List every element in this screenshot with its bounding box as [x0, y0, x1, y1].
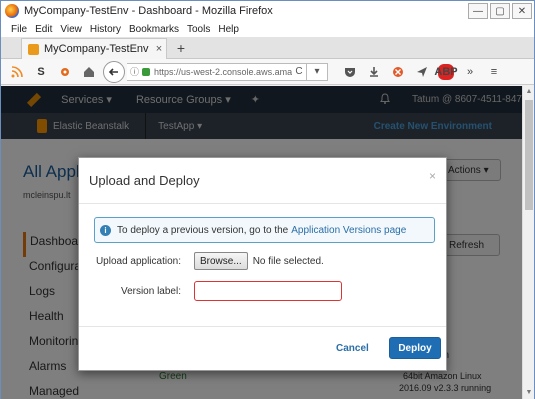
url-text[interactable]: https://us-west-2.console.aws.ama: [154, 67, 292, 77]
info-alert: i To deploy a previous version, go to th…: [94, 217, 435, 243]
menu-file[interactable]: File: [11, 24, 27, 35]
s-extension-icon[interactable]: S: [33, 64, 49, 80]
adblock-icon[interactable]: ABP: [434, 63, 458, 80]
menu-tools[interactable]: Tools: [187, 24, 210, 35]
tab-mycompany-testenv[interactable]: MyCompany-TestEnv - ... ×: [21, 38, 167, 59]
nav-toolbar: S ⓘ https://us-west-2.console.aws.ama C …: [1, 59, 534, 85]
maximize-button[interactable]: ▢: [490, 3, 510, 19]
window-controls: — ▢ ✕: [468, 1, 534, 21]
tab-label: MyCompany-TestEnv - ...: [44, 43, 152, 55]
new-tab-button[interactable]: +: [173, 40, 189, 56]
firefox-window: MyCompany-TestEnv - Dashboard - Mozilla …: [0, 0, 535, 399]
version-row: Version label:: [79, 280, 448, 302]
info-circle-icon: i: [100, 224, 111, 236]
firefox-icon: [5, 4, 19, 18]
version-label: Version label:: [120, 285, 181, 297]
menu-view[interactable]: View: [60, 24, 82, 35]
send-icon[interactable]: [414, 64, 430, 80]
menu-bookmarks[interactable]: Bookmarks: [129, 24, 179, 35]
window-title: MyCompany-TestEnv - Dashboard - Mozilla …: [24, 5, 273, 17]
extension-gear-icon[interactable]: [390, 64, 406, 80]
title-bar: MyCompany-TestEnv - Dashboard - Mozilla …: [1, 1, 534, 21]
toolbar-icons: ABP » ≡: [342, 63, 502, 80]
overflow-icon[interactable]: »: [462, 64, 478, 80]
upload-label: Upload application:: [95, 255, 181, 267]
scroll-up-icon[interactable]: ▲: [523, 86, 535, 98]
close-window-button[interactable]: ✕: [512, 3, 532, 19]
home-icon[interactable]: [81, 64, 97, 80]
tab-strip: MyCompany-TestEnv - ... × +: [1, 37, 534, 59]
download-icon[interactable]: [366, 64, 382, 80]
aws-favicon-icon: [28, 43, 39, 55]
puzzle-extension-icon[interactable]: [57, 64, 73, 80]
rss-icon[interactable]: [9, 64, 25, 80]
deploy-button[interactable]: Deploy: [389, 337, 441, 359]
minimize-button[interactable]: —: [468, 3, 488, 19]
upload-deploy-dialog: Upload and Deploy × i To deploy a previo…: [78, 157, 447, 371]
application-versions-link[interactable]: Application Versions page: [291, 225, 406, 236]
pocket-icon[interactable]: [342, 64, 358, 80]
browse-button[interactable]: Browse...: [194, 252, 248, 270]
no-file-text: No file selected.: [252, 255, 324, 267]
version-label-input[interactable]: [194, 281, 342, 301]
search-dropdown-icon[interactable]: ▾: [306, 62, 328, 81]
back-button[interactable]: [103, 60, 125, 83]
scroll-thumb[interactable]: [525, 100, 533, 210]
menu-help[interactable]: Help: [218, 24, 239, 35]
tab-close-icon[interactable]: ×: [152, 43, 166, 55]
info-text: To deploy a previous version, go to the: [117, 224, 289, 236]
dialog-footer: Cancel Deploy: [79, 326, 446, 371]
lock-icon: [142, 67, 151, 76]
upload-row: Upload application: Browse... No file se…: [79, 251, 448, 271]
reload-icon[interactable]: C: [292, 66, 306, 77]
menu-edit[interactable]: Edit: [35, 24, 52, 35]
menu-history[interactable]: History: [90, 24, 121, 35]
dialog-header: Upload and Deploy: [79, 158, 446, 204]
close-icon[interactable]: ×: [429, 169, 436, 183]
vertical-scrollbar[interactable]: ▲ ▼: [522, 86, 534, 399]
dialog-title: Upload and Deploy: [89, 173, 200, 188]
cancel-button[interactable]: Cancel: [336, 343, 369, 354]
hamburger-menu-icon[interactable]: ≡: [486, 64, 502, 80]
url-bar[interactable]: ⓘ https://us-west-2.console.aws.ama C: [127, 62, 307, 81]
scroll-down-icon[interactable]: ▼: [523, 387, 535, 399]
menu-bar: File Edit View History Bookmarks Tools H…: [1, 21, 534, 37]
info-icon[interactable]: ⓘ: [130, 65, 139, 78]
